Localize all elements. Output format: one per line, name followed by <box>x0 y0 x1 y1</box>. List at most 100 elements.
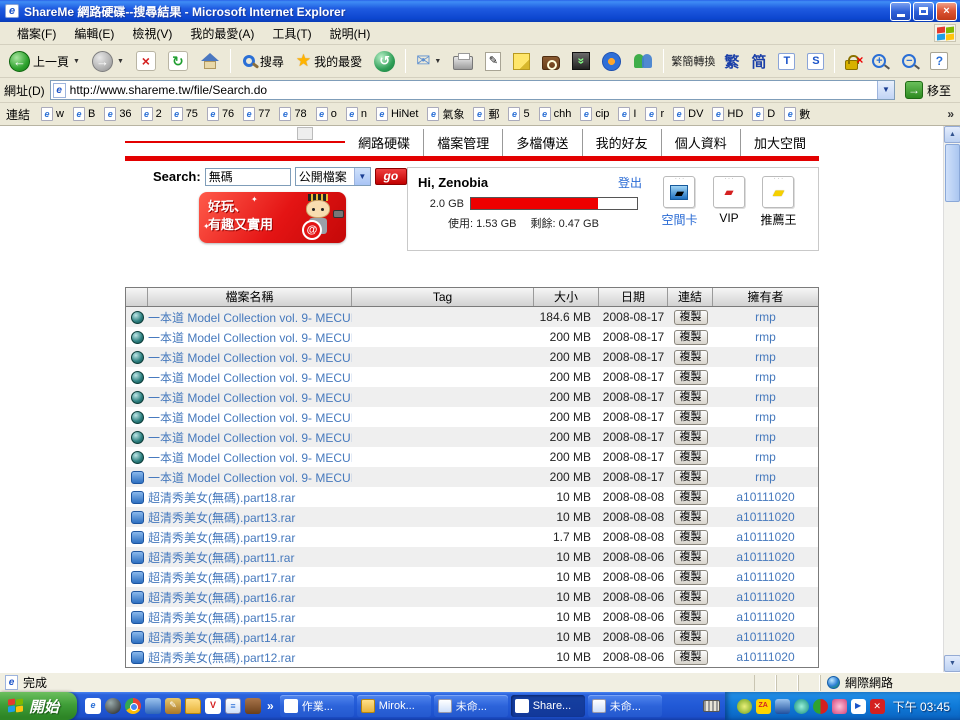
menu-item[interactable]: 工具(T) <box>263 22 320 45</box>
quick-launch-overflow-chevron[interactable]: » <box>267 699 274 713</box>
file-owner-link[interactable]: rmp <box>713 450 818 464</box>
taskbar-window-button[interactable]: Mirok... <box>356 695 431 717</box>
links-bar-item[interactable]: e 數 <box>784 106 810 122</box>
start-button[interactable]: 開始 <box>0 692 78 720</box>
copy-link-button[interactable]: 複製 <box>673 350 708 365</box>
tray-icon[interactable]: ✕ <box>869 698 885 714</box>
file-owner-link[interactable]: a10111020 <box>713 650 818 664</box>
file-owner-link[interactable]: rmp <box>713 410 818 424</box>
taskbar-window-button[interactable]: Share... <box>510 695 585 717</box>
copy-link-button[interactable]: 複製 <box>673 470 708 485</box>
user-badge[interactable]: ▰ 推薦王 <box>760 176 796 250</box>
menu-item[interactable]: 我的最愛(A) <box>181 22 263 45</box>
file-name-link[interactable]: 超清秀美女(無碼).part15.rar <box>148 609 352 626</box>
search-button[interactable]: 搜尋 <box>236 50 289 73</box>
links-bar-item[interactable]: e cip <box>580 107 609 121</box>
tray-icon[interactable] <box>793 698 809 714</box>
copy-link-button[interactable]: 複製 <box>673 610 708 625</box>
copy-link-button[interactable]: 複製 <box>673 490 708 505</box>
file-owner-link[interactable]: rmp <box>713 430 818 444</box>
go-button[interactable]: → 移至 <box>900 79 956 101</box>
file-owner-link[interactable]: a10111020 <box>713 530 818 544</box>
copy-link-button[interactable]: 複製 <box>673 370 708 385</box>
file-name-link[interactable]: 一本道 Model Collection vol. 9- MECUI <box>148 429 352 446</box>
edit-button[interactable]: ✎ <box>480 49 506 74</box>
file-owner-link[interactable]: rmp <box>713 330 818 344</box>
file-name-link[interactable]: 超清秀美女(無碼).part13.rar <box>148 509 352 526</box>
taskbar-window-button[interactable]: 未命... <box>433 695 508 717</box>
file-name-link[interactable]: 一本道 Model Collection vol. 9- MECUI <box>148 349 352 366</box>
block-button[interactable] <box>840 49 863 73</box>
minimize-button[interactable] <box>890 1 911 21</box>
links-bar-item[interactable]: e B <box>72 107 95 121</box>
back-button[interactable]: ← 上一頁 ▼ <box>4 48 85 75</box>
file-owner-link[interactable]: a10111020 <box>713 590 818 604</box>
links-bar-item[interactable]: e r <box>645 107 664 121</box>
file-name-link[interactable]: 一本道 Model Collection vol. 9- MECUI <box>148 449 352 466</box>
file-name-link[interactable]: 超清秀美女(無碼).part17.rar <box>148 569 352 586</box>
messenger-button[interactable] <box>628 49 658 73</box>
quick-launch-icon[interactable] <box>245 698 262 714</box>
links-bar-item[interactable]: e 76 <box>206 107 234 121</box>
menu-item[interactable]: 說明(H) <box>321 22 380 45</box>
quick-launch-icon[interactable]: V <box>205 698 222 714</box>
file-owner-link[interactable]: rmp <box>713 310 818 324</box>
maximize-button[interactable] <box>913 1 934 21</box>
file-name-link[interactable]: 一本道 Model Collection vol. 9- MECUI <box>148 469 352 486</box>
tray-icon[interactable]: ZA <box>755 698 771 714</box>
file-owner-link[interactable]: rmp <box>713 370 818 384</box>
links-overflow-chevron[interactable]: » <box>947 107 954 121</box>
file-name-link[interactable]: 超清秀美女(無碼).part11.rar <box>148 549 352 566</box>
copy-link-button[interactable]: 複製 <box>673 330 708 345</box>
copy-link-button[interactable]: 複製 <box>673 450 708 465</box>
vertical-scrollbar[interactable]: ▲ ▼ <box>943 126 960 672</box>
zoom-in-button[interactable]: + <box>865 49 893 73</box>
links-bar-item[interactable]: e w <box>41 107 64 121</box>
stop-button[interactable]: × <box>131 48 161 74</box>
file-owner-link[interactable]: rmp <box>713 350 818 364</box>
style-tool-button[interactable]: S <box>802 50 829 73</box>
links-bar-item[interactable]: e 75 <box>170 107 198 121</box>
scrollbar-thumb[interactable] <box>945 144 960 202</box>
help-button[interactable]: ? <box>925 49 953 73</box>
links-bar-item[interactable]: e HiNet <box>375 107 418 121</box>
scroll-up-icon[interactable]: ▲ <box>944 126 960 143</box>
traditional-button[interactable]: 繁 <box>719 49 744 74</box>
file-name-link[interactable]: 一本道 Model Collection vol. 9- MECUI <box>148 309 352 326</box>
mail-button[interactable]: ✉ ▼ <box>411 48 446 74</box>
file-owner-link[interactable]: a10111020 <box>713 610 818 624</box>
history-button[interactable]: ↺ <box>369 48 400 75</box>
copy-link-button[interactable]: 複製 <box>673 510 708 525</box>
file-name-link[interactable]: 超清秀美女(無碼).part16.rar <box>148 589 352 606</box>
tray-icon[interactable] <box>831 698 847 714</box>
links-bar-item[interactable]: e 78 <box>279 107 307 121</box>
ad-banner[interactable]: ✦ ✦ ✦ 好玩、 有趣又實用 @ <box>199 192 346 243</box>
links-bar-item[interactable]: e I <box>618 107 636 121</box>
site-search-go-button[interactable]: go <box>374 168 407 185</box>
search-scope-select[interactable]: 公開檔案 ▼ <box>294 167 371 186</box>
print-button[interactable] <box>448 49 478 73</box>
nav-tab[interactable]: 我的好友 <box>581 128 661 156</box>
quick-launch-icon[interactable]: e <box>85 698 102 714</box>
links-bar-item[interactable]: e o <box>315 107 337 121</box>
note-button[interactable] <box>508 50 535 73</box>
quick-launch-icon[interactable] <box>105 698 122 714</box>
menu-item[interactable]: 檔案(F) <box>8 22 65 45</box>
links-bar-item[interactable]: e n <box>345 107 367 121</box>
nav-tab[interactable]: 個人資料 <box>660 128 740 156</box>
tray-icon[interactable]: ▶ <box>850 698 866 714</box>
file-owner-link[interactable]: a10111020 <box>713 550 818 564</box>
file-name-link[interactable]: 超清秀美女(無碼).part12.rar <box>148 649 352 666</box>
file-name-link[interactable]: 一本道 Model Collection vol. 9- MECUI <box>148 389 352 406</box>
copy-link-button[interactable]: 複製 <box>673 650 708 665</box>
file-name-link[interactable]: 超清秀美女(無碼).part18.rar <box>148 489 352 506</box>
file-name-link[interactable]: 超清秀美女(無碼).part19.rar <box>148 529 352 546</box>
refresh-button[interactable]: ↻ <box>163 48 193 74</box>
taskbar-window-button[interactable]: 未命... <box>587 695 662 717</box>
language-indicator[interactable] <box>698 692 725 720</box>
file-owner-link[interactable]: rmp <box>713 390 818 404</box>
nav-tab[interactable]: 加大空間 <box>739 128 819 156</box>
address-field[interactable]: e ▼ <box>49 80 895 100</box>
scroll-down-icon[interactable]: ▼ <box>944 655 960 672</box>
zoom-out-button[interactable]: − <box>895 49 923 73</box>
